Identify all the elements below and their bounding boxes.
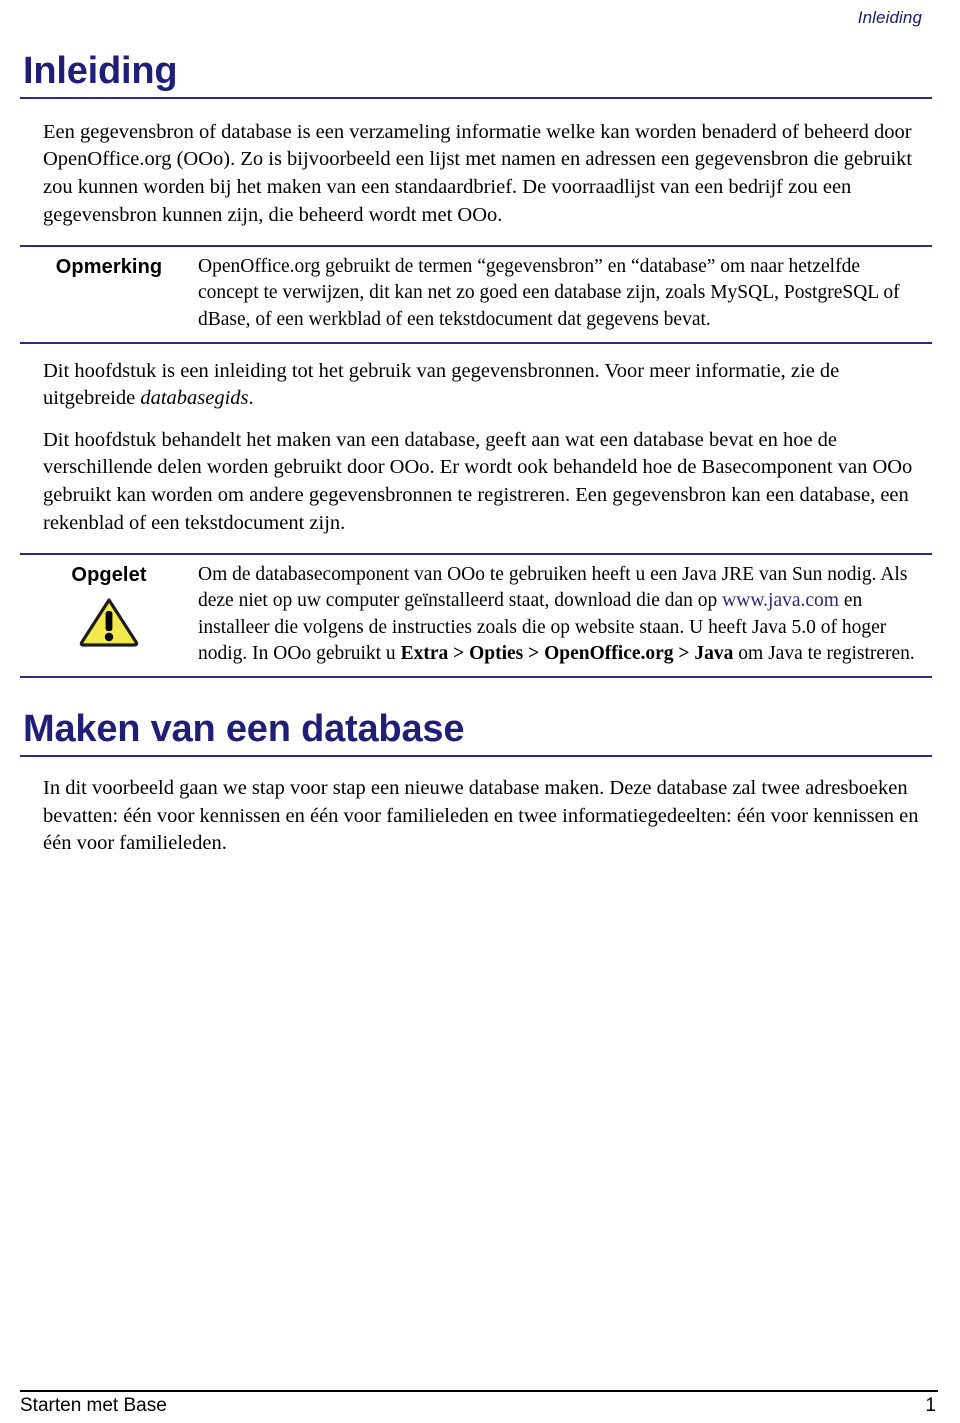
paragraph-example: In dit voorbeeld gaan we stap voor stap … bbox=[43, 776, 919, 855]
page-footer: Starten met Base 1 bbox=[20, 1390, 938, 1417]
footer-divider bbox=[20, 1390, 938, 1392]
section-title-create-database: Maken van een database bbox=[23, 708, 465, 751]
warning-label-column: Opgelet bbox=[20, 562, 198, 648]
paragraph-intro: Een gegevensbron of database is een verz… bbox=[43, 120, 913, 226]
warning-menu-path: Extra > Opties > OpenOffice.org > Java bbox=[400, 642, 734, 664]
paragraph-chapter-intro: Dit hoofdstuk is een inleiding tot het g… bbox=[20, 358, 932, 413]
note-callout: Opmerking OpenOffice.org gebruikt de ter… bbox=[20, 245, 932, 344]
heading-block-maken-database: Maken van een database bbox=[20, 708, 932, 757]
chapter-intro-italic-term: databasegids bbox=[140, 387, 249, 410]
page-content: Inleiding Een gegevensbron of database i… bbox=[20, 50, 932, 874]
footer-page-number: 1 bbox=[925, 1395, 936, 1416]
running-header-title: Inleiding bbox=[857, 8, 922, 27]
paragraph-chapter-scope: Dit hoofdstuk behandelt het maken van ee… bbox=[43, 428, 913, 534]
heading-divider bbox=[20, 96, 932, 99]
footer-row: Starten met Base 1 bbox=[20, 1395, 938, 1417]
note-label: Opmerking bbox=[55, 256, 163, 279]
warning-text-part-3: om Java te registreren. bbox=[733, 642, 915, 664]
java-download-link[interactable]: www.java.com bbox=[722, 590, 839, 611]
note-text: OpenOffice.org gebruikt de termen “gegev… bbox=[198, 256, 900, 330]
footer-document-title: Starten met Base bbox=[20, 1395, 167, 1416]
heading-block-inleiding: Inleiding bbox=[20, 50, 932, 99]
warning-text: Om de databasecomponent van OOo te gebru… bbox=[198, 562, 932, 667]
note-label-column: Opmerking bbox=[20, 254, 198, 279]
warning-label: Opgelet bbox=[71, 564, 147, 587]
page-title: Inleiding bbox=[23, 50, 178, 92]
warning-triangle-icon bbox=[79, 598, 139, 647]
section-heading-divider bbox=[20, 754, 932, 757]
warning-callout: Opgelet Om de databasecomponent van OOo … bbox=[20, 553, 932, 679]
document-page: Inleiding Inleiding Een gegevensbron of … bbox=[0, 0, 960, 1423]
chapter-intro-text-b: . bbox=[248, 387, 254, 410]
